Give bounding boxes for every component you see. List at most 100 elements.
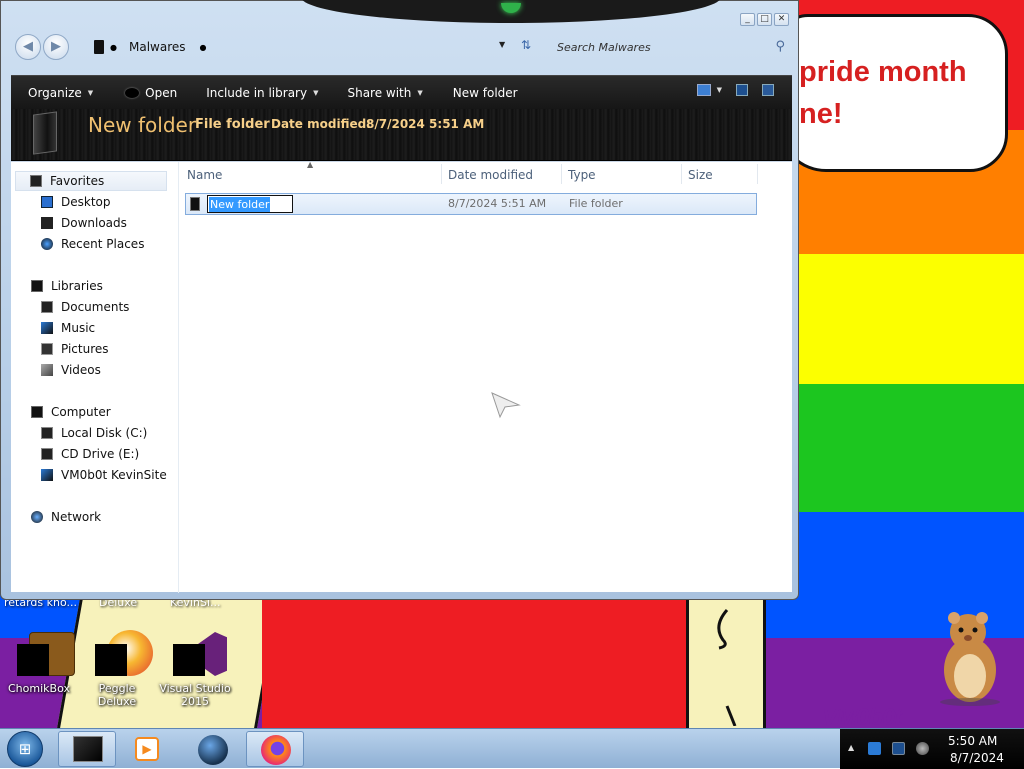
new-folder-label: New folder [452, 85, 518, 100]
clock-time[interactable]: 5:50 AM [948, 734, 997, 748]
desktop-icon-visual-studio[interactable]: Visual Studio 2015 [156, 630, 234, 708]
forward-button[interactable]: ▶ [43, 34, 69, 60]
documents-icon [41, 301, 53, 313]
nav-item-videos[interactable]: Videos [41, 360, 101, 380]
address-dropdown-icon[interactable]: ▼ [499, 40, 505, 49]
nav-item-network[interactable]: Network [31, 507, 101, 527]
speech-bubble-text: pride month ne! [799, 56, 967, 130]
nav-item-label: Recent Places [61, 237, 145, 251]
change-view-icon[interactable] [696, 84, 711, 96]
column-divider[interactable] [441, 164, 442, 184]
forward-arrow-icon: ▶ [51, 39, 61, 54]
navigation-bar: ◀ ▶ ● Malwares ● ▼ ⇅ ⚲ [11, 31, 791, 65]
close-button[interactable]: ✕ [774, 13, 789, 26]
search-input[interactable] [547, 40, 757, 54]
music-icon [41, 322, 53, 334]
cd-drive-icon [41, 448, 53, 460]
desktop-icon-label: Peggle Deluxe [97, 682, 137, 708]
desktop-icon-peggle[interactable]: Peggle Deluxe [78, 630, 156, 708]
start-button[interactable]: ⊞ [7, 731, 43, 767]
nav-item-downloads[interactable]: Downloads [41, 213, 127, 233]
favorites-star-icon [30, 175, 42, 187]
file-date-modified: 8/7/2024 5:51 AM [448, 197, 547, 210]
nav-item-cd-drive[interactable]: CD Drive (E:) [41, 444, 139, 464]
libraries-icon [31, 280, 43, 292]
nav-item-documents[interactable]: Documents [41, 297, 129, 317]
sort-arrow-icon: ▲ [307, 160, 314, 169]
breadcrumb-separator-icon[interactable]: ● [200, 43, 207, 52]
clock-date[interactable]: 8/7/2024 [950, 751, 1004, 765]
nav-item-libraries[interactable]: Libraries [31, 276, 103, 296]
nav-item-label: Pictures [61, 342, 109, 356]
nav-item-computer[interactable]: Computer [31, 402, 111, 422]
details-date-label: Date modified: [271, 117, 371, 131]
volume-tray-icon[interactable] [916, 742, 929, 755]
tray-app-icon[interactable] [868, 742, 881, 755]
computer-icon [31, 406, 43, 418]
nav-item-label: Local Disk (C:) [61, 426, 148, 440]
address-bar[interactable]: ● Malwares ● [85, 36, 535, 58]
nav-item-recent-places[interactable]: Recent Places [41, 234, 144, 254]
nav-item-favorites[interactable]: Favorites [15, 171, 167, 191]
firefox-icon [261, 735, 291, 765]
network-tray-icon[interactable] [892, 742, 905, 755]
column-divider[interactable] [681, 164, 682, 184]
network-drive-icon [41, 469, 53, 481]
search-box[interactable]: ⚲ [547, 36, 791, 58]
taskbar-app-firefox[interactable] [246, 731, 304, 767]
show-hidden-icons-icon[interactable]: ▲ [848, 743, 854, 752]
taskbar-app-explorer[interactable] [58, 731, 116, 767]
recent-places-icon [41, 238, 53, 250]
desktop-icon-chomikbox[interactable]: ChomikBox [0, 630, 78, 695]
taskbar-app-media-player[interactable]: ▶ [118, 731, 176, 767]
wallpaper-drawing-cream [686, 598, 766, 730]
details-date-value: 8/7/2024 5:51 AM [366, 117, 485, 131]
chevron-down-icon: ▼ [87, 88, 94, 97]
column-header-size[interactable]: Size [688, 168, 713, 182]
nav-item-desktop[interactable]: Desktop [41, 192, 111, 212]
nav-item-label: VM0b0t KevinSite [61, 468, 167, 482]
refresh-icon[interactable]: ⇅ [521, 38, 531, 52]
nav-item-local-disk[interactable]: Local Disk (C:) [41, 423, 147, 443]
back-button[interactable]: ◀ [15, 34, 41, 60]
preview-pane-icon[interactable] [736, 84, 748, 96]
include-in-library-label: Include in library [206, 85, 308, 100]
organize-label: Organize [28, 85, 82, 100]
taskbar-app-internet-explorer[interactable] [184, 731, 242, 767]
downloads-icon [41, 217, 53, 229]
nav-item-label: Music [61, 321, 96, 335]
desktop-icon-label: Visual Studio 2015 [159, 682, 231, 708]
new-folder-button[interactable]: New folder [453, 86, 518, 100]
column-header-type[interactable]: Type [568, 168, 596, 182]
column-header-name[interactable]: Name [187, 168, 222, 182]
hard-drive-icon [41, 427, 53, 439]
column-divider[interactable] [757, 164, 758, 184]
breadcrumb-malwares[interactable]: Malwares [129, 40, 186, 54]
details-pane: New folder File folder Date modified: 8/… [11, 109, 792, 161]
nav-item-label: Documents [61, 300, 130, 314]
nav-item-music[interactable]: Music [41, 318, 95, 338]
organize-button[interactable]: Organize ▼ [28, 86, 93, 100]
speech-bubble: pride month ne! [778, 14, 1008, 172]
nav-item-network-drive[interactable]: VM0b0t KevinSite [41, 465, 167, 485]
back-arrow-icon: ◀ [23, 39, 33, 54]
include-in-library-button[interactable]: Include in library ▼ [206, 86, 318, 100]
share-with-button[interactable]: Share with ▼ [347, 86, 422, 100]
navigation-pane: Favorites Desktop Downloads Recent Place… [11, 162, 179, 593]
minimize-button[interactable]: _ [740, 13, 755, 26]
wallpaper-drawing-red [262, 598, 686, 730]
file-row[interactable]: New folder 8/7/2024 5:51 AM File folder [185, 193, 757, 215]
rename-input[interactable]: New folder [207, 195, 293, 213]
open-button[interactable]: Open [125, 86, 177, 100]
breadcrumb-separator-icon[interactable]: ● [110, 43, 117, 52]
chevron-down-icon: ▼ [313, 88, 319, 97]
maximize-button[interactable]: □ [757, 13, 772, 26]
content-area: Favorites Desktop Downloads Recent Place… [11, 160, 792, 593]
chevron-down-icon[interactable]: ▼ [717, 86, 722, 94]
command-bar: Organize ▼ Open Include in library ▼ Share… [11, 75, 792, 109]
column-header-date-modified[interactable]: Date modified [448, 168, 533, 182]
search-icon[interactable]: ⚲ [775, 39, 785, 54]
column-divider[interactable] [561, 164, 562, 184]
nav-item-pictures[interactable]: Pictures [41, 339, 109, 359]
help-icon[interactable] [762, 84, 774, 96]
